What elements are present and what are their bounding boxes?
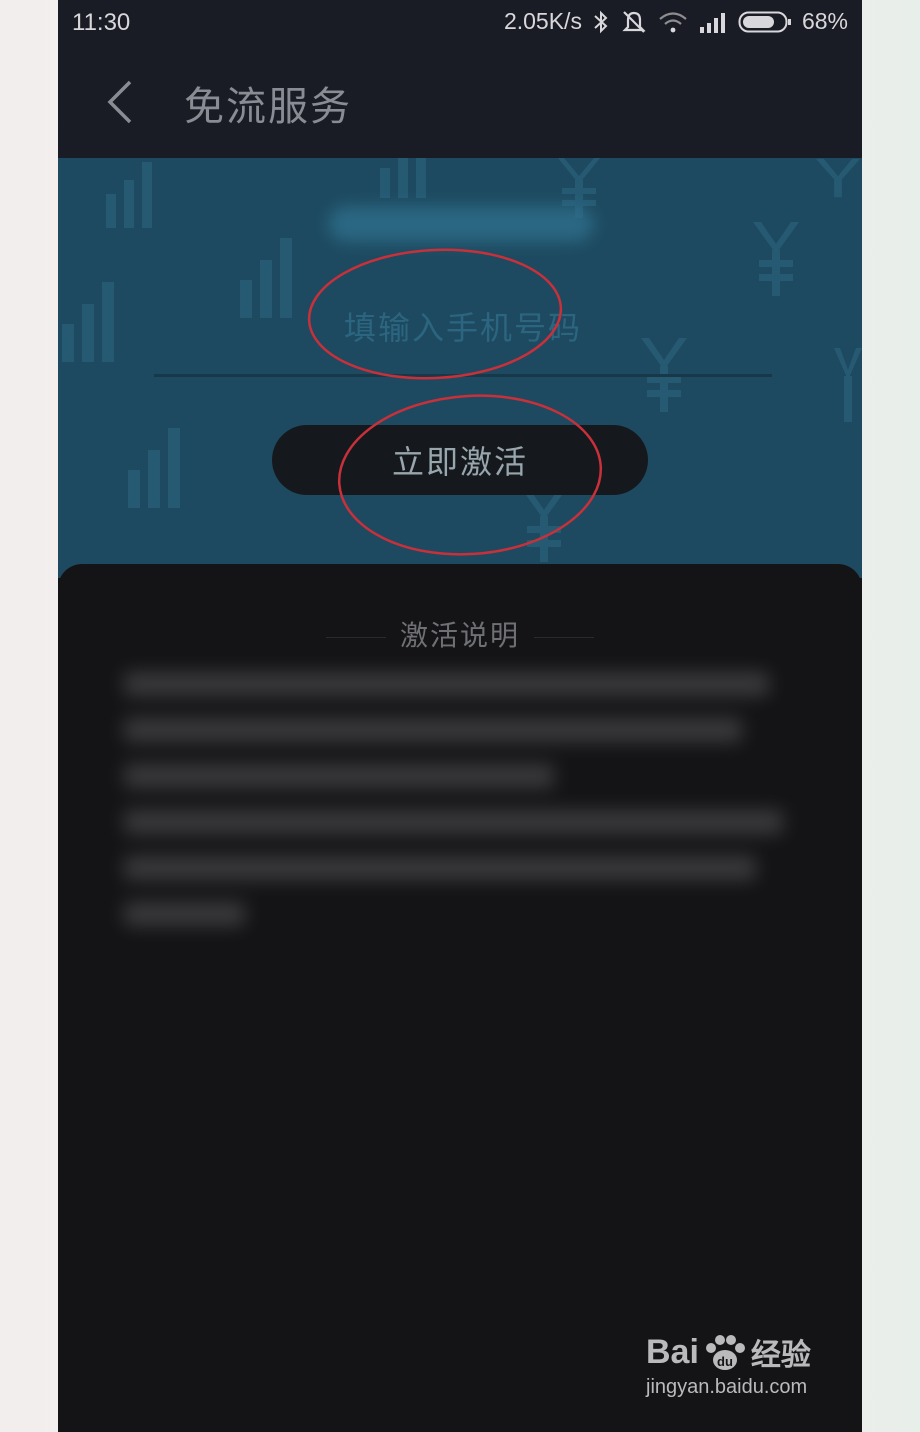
baidu-jingyan-watermark: Bai du 经验 jingyan.baidu.com [646,1330,811,1399]
watermark-logo-text: Bai [646,1332,699,1371]
back-icon[interactable] [102,78,142,126]
watermark-logo-suffix: 经验 [750,1338,811,1373]
blurred-heading [328,206,594,242]
yen-decoration [521,488,567,562]
bluetooth-icon [594,10,608,33]
status-bar: 11:30 2.05K/s 68% [58,0,862,46]
signal-bars-decoration [128,428,180,508]
watermark-logo: Bai du 经验 [646,1330,811,1374]
signal-bars-decoration [380,158,426,198]
app-bar: 免流服务 [58,46,862,158]
phone-screen: 11:30 2.05K/s 68% 免流服务 填输入手机号码 立即激活 激活说明 [58,0,862,1432]
battery-icon [738,11,791,32]
page-title: 免流服务 [184,84,352,130]
activate-button[interactable]: 立即激活 [272,425,648,495]
status-time: 11:30 [72,9,131,36]
signal-bars-decoration [106,162,152,228]
yen-decoration [834,348,862,422]
battery-percent: 68% [801,8,848,34]
instructions-panel: 激活说明 [58,564,862,1432]
signal-bars-decoration [62,282,114,362]
svg-text:du: du [717,1354,733,1369]
blurred-instructions [124,672,796,942]
paw-icon: du [705,1335,745,1370]
wifi-icon [659,11,687,32]
status-icons: 2.05K/s 68% [504,8,848,35]
watermark-url: jingyan.baidu.com [646,1376,808,1398]
activation-banner: 立即激活 [58,158,862,578]
signal-icon [699,12,725,33]
phone-number-input[interactable] [154,282,772,377]
network-speed: 2.05K/s [503,8,582,34]
mute-icon [622,10,646,33]
yen-decoration [815,158,861,198]
instructions-title: 激活说明 [58,614,862,654]
